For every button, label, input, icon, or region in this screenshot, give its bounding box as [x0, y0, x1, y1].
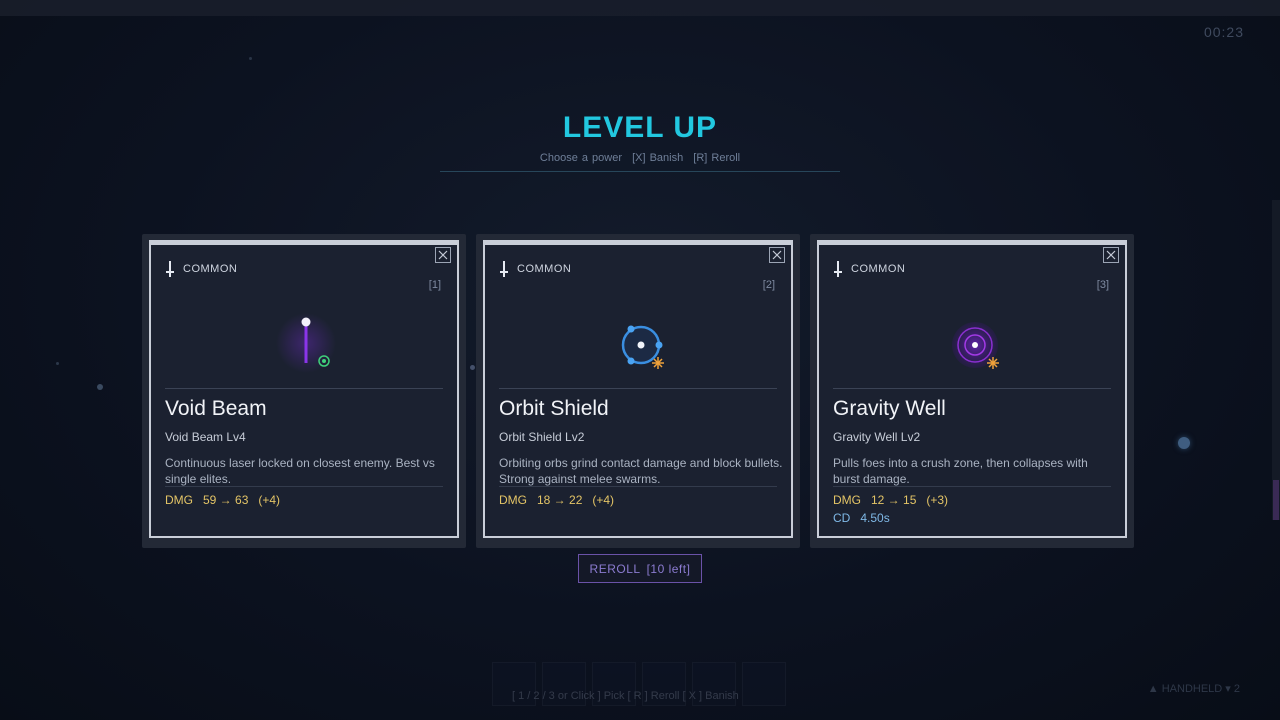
damage-label: DMG	[833, 493, 861, 507]
gravity-well-icon	[952, 322, 999, 369]
power-name: Gravity Well	[833, 397, 946, 420]
hotkey-label: [3]	[1096, 279, 1109, 291]
close-icon	[1106, 250, 1116, 260]
damage-stat: DMG 12 → 15 (+3)	[833, 493, 948, 507]
power-level: Orbit Shield Lv2	[499, 430, 585, 444]
banish-button[interactable]	[1103, 247, 1119, 263]
stats-divider	[165, 486, 443, 487]
rarity-label: COMMON	[517, 263, 572, 275]
reroll-button[interactable]: REROLL [10 left]	[578, 554, 702, 583]
damage-stat: DMG 18 → 22 (+4)	[499, 493, 614, 507]
void-beam-icon	[276, 313, 336, 373]
sword-icon	[834, 261, 842, 277]
damage-delta: (+4)	[592, 493, 615, 507]
background-particle	[249, 57, 252, 60]
background-particle	[470, 365, 475, 370]
card-divider	[833, 388, 1111, 389]
power-level: Void Beam Lv4	[165, 430, 246, 444]
stats-divider	[499, 486, 777, 487]
side-meter-fill	[1273, 480, 1279, 520]
damage-change: 59 → 63	[203, 493, 249, 507]
cooldown-value: 4.50s	[860, 511, 890, 525]
side-meter	[1272, 200, 1280, 520]
damage-label: DMG	[165, 493, 193, 507]
damage-delta: (+3)	[926, 493, 949, 507]
close-icon	[772, 250, 782, 260]
hotbar-slot	[742, 662, 786, 706]
level-up-header: LEVEL UP Choose a power [X] Banish [R] R…	[440, 108, 840, 164]
power-card-void-beam[interactable]: COMMON [1] Void Beam Void Beam Lv4 Conti…	[149, 240, 459, 538]
rarity-tag: COMMON	[833, 260, 905, 278]
banish-button[interactable]	[769, 247, 785, 263]
damage-label: DMG	[499, 493, 527, 507]
hotkey-label: [2]	[762, 279, 775, 291]
card-divider	[499, 388, 777, 389]
rarity-tag: COMMON	[499, 260, 571, 278]
card-divider	[165, 388, 443, 389]
reroll-label: REROLL	[589, 561, 641, 576]
rarity-tag: COMMON	[165, 260, 237, 278]
background-particle	[97, 384, 103, 390]
damage-delta: (+4)	[258, 493, 281, 507]
power-description: Orbiting orbs grind contact damage and b…	[499, 456, 783, 486]
subtitle-reroll-hint: [R] Reroll	[693, 152, 741, 164]
close-icon	[438, 250, 448, 260]
damage-change: 12 → 15	[871, 493, 917, 507]
damage-stat: DMG 59 → 63 (+4)	[165, 493, 280, 507]
banish-button[interactable]	[435, 247, 451, 263]
rarity-label: COMMON	[183, 263, 238, 275]
run-timer: 00:23	[1203, 24, 1244, 40]
top-bar	[0, 0, 1280, 16]
rarity-label: COMMON	[851, 263, 906, 275]
hotkey-label: [1]	[428, 279, 441, 291]
power-description: Pulls foes into a crush zone, then colla…	[833, 456, 1088, 486]
sword-icon	[166, 261, 174, 277]
power-level: Gravity Well Lv2	[833, 430, 921, 444]
subtitle-choose: Choose a power	[539, 152, 622, 164]
cooldown-label: CD	[833, 511, 851, 525]
device-hint: ▲ HANDHELD ▾ 2	[1147, 683, 1240, 695]
power-name: Void Beam	[165, 397, 267, 420]
subtitle-banish-hint: [X] Banish	[632, 152, 684, 164]
power-description: Continuous laser locked on closest enemy…	[165, 456, 435, 486]
sword-icon	[500, 261, 508, 277]
reroll-remaining: [10 left]	[646, 561, 691, 576]
controls-hint: [ 1 / 2 / 3 or Click ] Pick [ R ] Reroll…	[512, 690, 739, 702]
power-card-orbit-shield[interactable]: COMMON [2] Orbit Shield Orbit Shield Lv2…	[483, 240, 793, 538]
orbit-shield-icon	[621, 325, 664, 369]
cooldown-stat: CD 4.50s	[833, 511, 890, 525]
background-particle	[1178, 437, 1190, 449]
header-divider	[440, 171, 840, 172]
stats-divider	[833, 486, 1111, 487]
power-name: Orbit Shield	[499, 397, 609, 420]
damage-change: 18 → 22	[537, 493, 583, 507]
weapon-hotbar: [ 1 / 2 / 3 or Click ] Pick [ R ] Reroll…	[492, 662, 792, 708]
background-particle	[56, 362, 59, 365]
subtitle: Choose a power [X] Banish [R] Reroll	[440, 152, 840, 164]
page-title: LEVEL UP	[562, 111, 718, 144]
power-card-gravity-well[interactable]: COMMON [3] Gravity Well Gravity Well Lv2…	[817, 240, 1127, 538]
